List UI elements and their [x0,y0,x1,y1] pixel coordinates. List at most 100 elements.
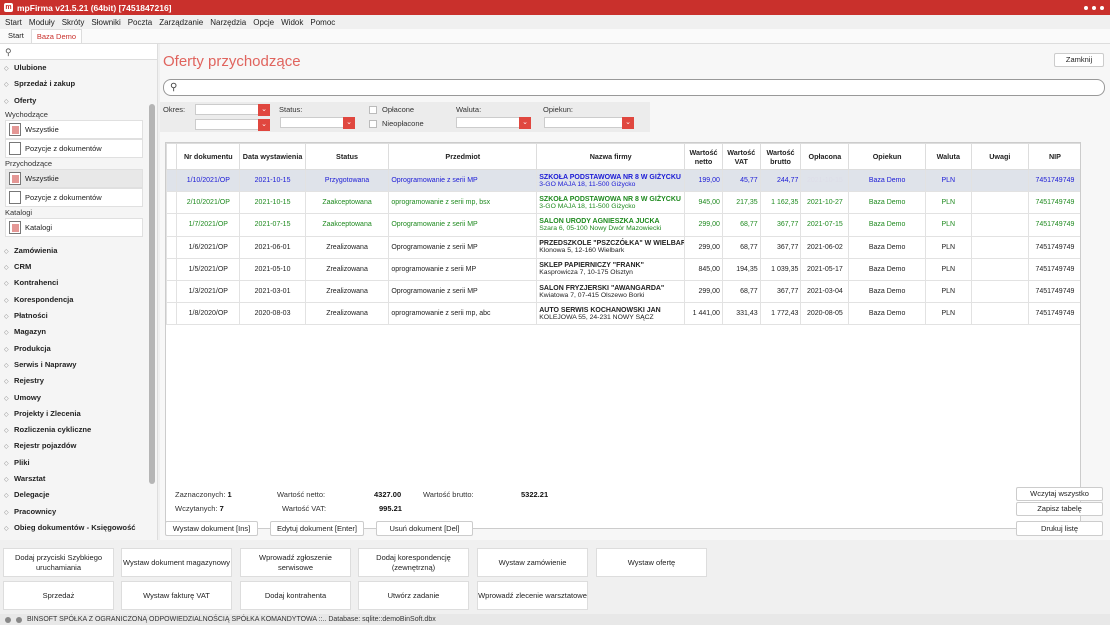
menu-moduly[interactable]: Moduły [29,18,55,27]
menu-narzedzia[interactable]: Narzędzia [210,18,246,27]
delete-document-button[interactable]: Usuń dokument [Del] [376,521,473,536]
sidebar-cat-oferty[interactable]: ◇ Oferty [0,93,157,109]
sidebar-cat-item[interactable]: ◇ Pracownicy [0,504,157,520]
column-header[interactable]: Status [304,143,390,170]
okres-to-select[interactable]: ⌄ [195,119,270,131]
tab-baza-demo[interactable]: Baza Demo [30,29,83,43]
sidebar-cat-item[interactable]: ◇ Obieg dokumentów - Księgowość [0,520,157,536]
quick-order-button[interactable]: Wystaw zamówienie [477,548,588,577]
table-row[interactable]: 1/8/2020/OP 2020-08-03 Zrealizowana oprogra… [166,302,1080,326]
column-header[interactable]: Przedmiot [388,143,538,170]
table-row[interactable]: 1/6/2021/OP 2021-06-01 Zrealizowana Oprogra… [166,235,1080,259]
quick-service-request-button[interactable]: Wprowadź zgłoszenie serwisowe [240,548,351,577]
chevron-down-icon[interactable]: ⌄ [343,117,355,129]
row-indicator[interactable] [166,302,178,326]
column-header[interactable]: Wartość netto [684,143,723,170]
column-header[interactable]: Waluta [924,143,972,170]
quick-workshop-order-button[interactable]: Wprowadź zlecenie warsztatowe [477,581,588,610]
menu-zarzadzanie[interactable]: Zarządzanie [159,18,203,27]
column-header[interactable]: NIP [1027,143,1080,170]
column-header[interactable]: Uwagi [970,143,1029,170]
print-list-button[interactable]: Drukuj listę [1016,521,1103,536]
quick-sales-button[interactable]: Sprzedaż [3,581,114,610]
column-header[interactable]: Opłacona [800,143,850,170]
row-indicator[interactable] [166,168,178,193]
sidebar-item-przych-wszystkie[interactable]: Wszystkie [5,168,143,188]
sidebar-cat-item[interactable]: ◇ CRM [0,259,157,275]
opiekun-select[interactable]: ⌄ [544,117,634,129]
column-header[interactable]: Opiekun [848,143,926,170]
okres-from-select[interactable]: ⌄ [195,104,270,116]
sidebar-cat-item[interactable]: ◇ Korespondencja [0,292,157,308]
sidebar-cat-item[interactable]: ◇ Magazyn [0,324,157,340]
sidebar-cat-item[interactable]: ◇ Projekty i Zlecenia [0,406,157,422]
sidebar-cat-item[interactable]: ◇ Rejestr pojazdów [0,438,157,454]
sidebar-cat-item[interactable]: ◇ Umowy [0,390,157,406]
row-indicator[interactable] [166,279,178,304]
sidebar-item-przych-pozycje[interactable]: Pozycje z dokumentów [5,187,143,207]
table-row[interactable]: 2/10/2021/OP 2021-10-15 Zaakceptowana oprog… [166,191,1080,215]
quick-add-contractor-button[interactable]: Dodaj kontrahenta [240,581,351,610]
sidebar-cat-item[interactable]: ◇ Rozliczenia cykliczne [0,422,157,438]
column-header[interactable]: Data wystawienia [239,143,306,170]
sidebar-cat-item[interactable]: ◇ Warsztat [0,471,157,487]
close-button[interactable]: Zamknij [1054,53,1104,67]
table-row[interactable]: 1/10/2021/OP 2021-10-15 Przygotowana Oprogr… [166,168,1080,193]
window-dot-icon[interactable] [1100,5,1104,10]
waluta-select[interactable]: ⌄ [456,117,531,129]
sidebar-item-wych-pozycje[interactable]: Pozycje z dokumentów [5,138,143,158]
sidebar-cat-item[interactable]: ◇ Serwis i Naprawy [0,357,157,373]
chevron-down-icon[interactable]: ⌄ [258,119,270,131]
sidebar-item-wych-wszystkie[interactable]: Wszystkie [5,119,143,139]
load-all-button[interactable]: Wczytaj wszystko [1016,487,1103,501]
sidebar-cat-ulubione[interactable]: ◇ Ulubione [0,60,157,76]
sidebar-cat-item[interactable]: ◇ Produkcja [0,341,157,357]
quick-create-task-button[interactable]: Utwórz zadanie [358,581,469,610]
menu-slowniki[interactable]: Słowniki [91,18,120,27]
edit-document-button[interactable]: Edytuj dokument [Enter] [270,521,364,536]
status-select[interactable]: ⌄ [280,117,355,129]
oplacone-checkbox[interactable] [369,106,377,114]
chevron-down-icon[interactable]: ⌄ [622,117,634,129]
quick-invoice-button[interactable]: Wystaw fakturę VAT [121,581,232,610]
sidebar-cat-item[interactable]: ◇ Zamówienia [0,243,157,259]
sidebar-cat-item[interactable]: ◇ Kontrahenci [0,275,157,291]
sidebar-cat-item[interactable]: ◇ Rejestry [0,373,157,389]
search-input[interactable]: ⚲ [163,79,1105,96]
sidebar-cat-item[interactable]: ◇ Płatności [0,308,157,324]
menu-widok[interactable]: Widok [281,18,303,27]
column-header[interactable]: Nazwa firmy [536,143,686,170]
table-row[interactable]: 1/3/2021/OP 2021-03-01 Zrealizowana Oprogra… [166,279,1080,304]
row-indicator[interactable] [166,191,178,215]
sidebar-scrollbar[interactable] [149,104,155,484]
column-header[interactable]: Wartość VAT [721,143,761,170]
quick-add-shortcuts-button[interactable]: Dodaj przyciski Szybkiego uruchamiania [3,548,114,577]
menu-start[interactable]: Start [5,18,22,27]
sidebar-item-katalogi[interactable]: Katalogi [5,217,143,237]
row-indicator[interactable] [166,235,178,259]
issue-document-button[interactable]: Wystaw dokument [Ins] [165,521,258,536]
column-header[interactable]: Nr dokumentu [176,143,241,170]
window-controls[interactable] [1084,0,1104,15]
quick-warehouse-doc-button[interactable]: Wystaw dokument magazynowy [121,548,232,577]
menu-poczta[interactable]: Poczta [128,18,152,27]
window-dot-icon[interactable] [1084,5,1088,10]
quick-offer-button[interactable]: Wystaw ofertę [596,548,707,577]
menu-pomoc[interactable]: Pomoc [310,18,335,27]
sidebar-search-input[interactable]: ⚲ [0,44,157,60]
menu-skroty[interactable]: Skróty [62,18,85,27]
window-dot-icon[interactable] [1092,5,1096,10]
nieoplacone-checkbox[interactable] [369,120,377,128]
sidebar-cat-item[interactable]: ◇ Delegacje [0,487,157,503]
table-row[interactable]: 1/7/2021/OP 2021-07-15 Zaakceptowana Oprogr… [166,213,1080,237]
column-header[interactable]: Wartość brutto [759,143,802,170]
chevron-down-icon[interactable]: ⌄ [258,104,270,116]
tab-start[interactable]: Start [3,29,29,43]
quick-correspondence-button[interactable]: Dodaj korespondencję (zewnętrzną) [358,548,469,577]
sidebar-cat-sprzedaz[interactable]: ◇ Sprzedaż i zakup [0,76,157,92]
save-table-button[interactable]: Zapisz tabelę [1016,502,1103,516]
table-row[interactable]: 1/5/2021/OP 2021-05-10 Zrealizowana oprogra… [166,257,1080,281]
menu-opcje[interactable]: Opcje [253,18,274,27]
sidebar-cat-item[interactable]: ◇ Pliki [0,455,157,471]
chevron-down-icon[interactable]: ⌄ [519,117,531,129]
